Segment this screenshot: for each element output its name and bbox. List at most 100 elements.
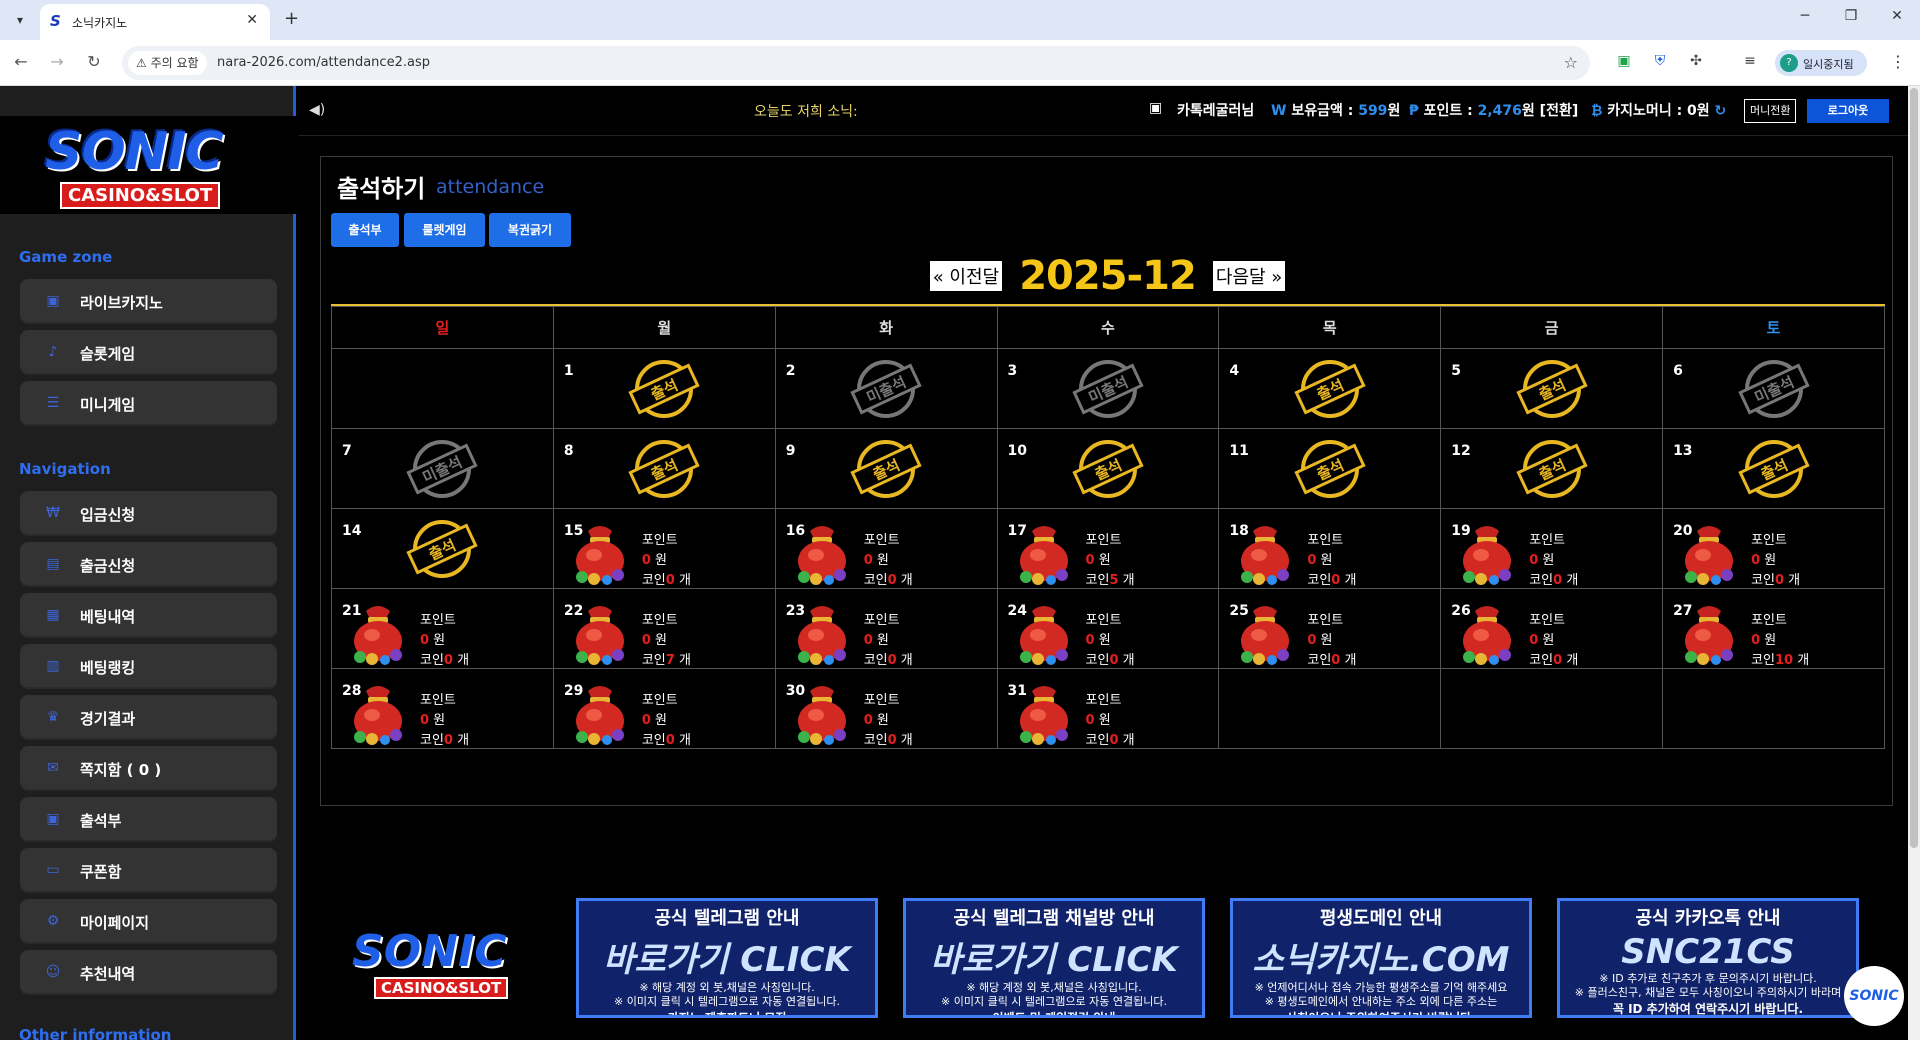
sidebar-item-label: 마이페이지 <box>80 914 150 932</box>
prev-month-button[interactable]: « 이전달 <box>929 261 1003 291</box>
money-convert-button[interactable]: 머니전환 <box>1744 99 1797 123</box>
promo-banner[interactable]: 공식 카카오톡 안내 SNC21CS ※ ID 추가로 친구추가 후 문의주시기 바… <box>1557 898 1859 1018</box>
page-title: 출석하기 <box>337 175 426 203</box>
tab-lottery[interactable]: 복권긁기 <box>489 213 571 247</box>
next-month-button[interactable]: 다음달 » <box>1212 261 1286 291</box>
sidebar-item-mypage[interactable]: ⚙ 마이페이지 <box>20 899 277 944</box>
calendar-week: 1 출석 2 미출석 3 미출석 4 출석 5 출석 6 미출석 <box>331 348 1885 429</box>
promo-banner[interactable]: 공식 텔레그램 채널방 안내 바로가기 CLICK ※ 해당 계정 외 봇,채널은 … <box>903 898 1205 1018</box>
bookmark-star-icon[interactable]: ☆ <box>1564 53 1578 72</box>
tab-roulette[interactable]: 룰렛게임 <box>404 213 485 247</box>
sidebar-item-messages[interactable]: ✉ 쪽지함 ( 0 ) <box>20 746 277 791</box>
sidebar-item-withdraw[interactable]: ▤ 출금신청 <box>20 542 277 587</box>
minimize-icon[interactable]: ─ <box>1790 8 1820 24</box>
floating-logo-button[interactable]: SONIC <box>1844 966 1904 1026</box>
security-warning[interactable]: ⚠ 주의 요함 <box>128 51 207 75</box>
sidebar-item-slot[interactable]: ♪ 슬롯게임 <box>20 330 277 375</box>
sidebar-item-results[interactable]: ♛ 경기결과 <box>20 695 277 740</box>
calendar-day: 16 포인트 0 원 코인0 개 <box>774 508 998 589</box>
sidebar-item-deposit[interactable]: ₩ 입금신청 <box>20 491 277 536</box>
site-logo[interactable]: SONIC CASINO&SLOT <box>0 116 296 214</box>
calendar-day: 27 포인트 0 원 코인10 개 <box>1662 588 1885 669</box>
won-unit: 원 <box>1094 713 1111 728</box>
reward-info: 포인트 0 원 코인0 개 <box>420 691 469 751</box>
sidebar-item-referrals[interactable]: ☺ 추천내역 <box>20 950 277 995</box>
receipt-icon: ▦ <box>46 607 60 623</box>
address-bar[interactable]: ⚠ 주의 요함 nara-2026.com/attendance2.asp ☆ <box>122 46 1590 80</box>
coin-unit: 개 <box>1340 573 1357 588</box>
sidebar-item-coupons[interactable]: ▭ 쿠폰함 <box>20 848 277 893</box>
refresh-icon[interactable]: ↻ <box>1715 103 1727 119</box>
won-icon: W <box>1271 103 1287 119</box>
sidebar-item-label: 베팅랭킹 <box>80 659 136 677</box>
point-label: 포인트 <box>1085 613 1122 628</box>
day-number: 9 <box>785 443 796 459</box>
trophy-icon: ♛ <box>46 709 60 725</box>
attended-stamp-icon: 출석 <box>1515 360 1588 418</box>
point-value: 0 <box>1085 713 1095 728</box>
new-tab-icon[interactable]: + <box>284 8 299 29</box>
browser-tab[interactable]: S 소닉카지노 ✕ <box>40 4 270 40</box>
coin-unit: 개 <box>896 733 913 748</box>
back-icon[interactable]: ← <box>10 52 32 71</box>
coin-unit: 개 <box>1793 653 1810 668</box>
logout-button[interactable]: 로그아웃 <box>1807 99 1889 123</box>
point-value: 0 <box>863 553 873 568</box>
won-unit: 원 <box>650 633 667 648</box>
sidebar-item-mini-game[interactable]: ☰ 미니게임 <box>20 381 277 426</box>
sidebar-item-bet-ranking[interactable]: ▥ 베팅랭킹 <box>20 644 277 689</box>
sidebar-item-live-casino[interactable]: ▣ 라이브카지노 <box>20 279 277 324</box>
sidebar-item-bet-history[interactable]: ▦ 베팅내역 <box>20 593 277 638</box>
point-label: 포인트 <box>641 693 678 708</box>
points[interactable]: ₱ 포인트 : 2,476원 [전환] <box>1409 100 1578 120</box>
scrollbar[interactable] <box>1908 86 1920 1040</box>
day-number: 11 <box>1229 443 1249 459</box>
footer-logo[interactable]: SONIC CASINO&SLOT <box>352 926 509 999</box>
won-unit: 원 <box>650 553 667 568</box>
calendar-day: 25 포인트 0 원 코인0 개 <box>1218 588 1442 669</box>
point-label: 포인트 <box>863 693 900 708</box>
restore-icon[interactable]: ❐ <box>1836 8 1866 24</box>
banner-note: ※ 플러스친구, 채널은 모두 사칭이오니 주의하시기 바라며 <box>1574 986 1842 999</box>
close-window-icon[interactable]: ✕ <box>1882 8 1912 24</box>
banner-note: ※ ID 추가로 친구추가 후 문의주시기 바랍니다. <box>1599 972 1817 985</box>
shield-extension-icon[interactable]: ⛨ <box>1650 53 1670 69</box>
username: 카톡레굴러님 <box>1177 103 1255 119</box>
banner-title: 공식 카카오톡 안내 <box>1635 908 1781 929</box>
point-label: 포인트 <box>641 533 678 548</box>
browser-menu-icon[interactable]: ⋮ <box>1890 52 1906 71</box>
absent-stamp-icon: 미출석 <box>1072 360 1144 418</box>
media-control-icon[interactable]: ≡ <box>1740 53 1760 69</box>
calendar-day: 31 포인트 0 원 코인0 개 <box>996 668 1220 749</box>
lucky-bag-icon <box>1241 526 1290 585</box>
tab-attendance[interactable]: 출석부 <box>331 213 399 247</box>
promo-banner[interactable]: 평생도메인 안내 소닉카지노.COM ※ 언제어디서나 접속 가능한 평생주소를 기… <box>1230 898 1532 1018</box>
sidebar-item-label: 출금신청 <box>80 557 136 575</box>
lucky-bag-icon <box>575 606 624 665</box>
url-text[interactable]: nara-2026.com/attendance2.asp <box>217 55 430 70</box>
close-tab-icon[interactable]: ✕ <box>246 12 258 28</box>
puzzle-icon[interactable]: ✣ <box>1686 53 1706 69</box>
reward-info: 포인트 0 원 코인0 개 <box>642 691 691 751</box>
reload-icon[interactable]: ↻ <box>83 52 105 71</box>
coin-value: 5 <box>1109 573 1119 588</box>
coin-value: 0 <box>1553 653 1563 668</box>
day-number: 2 <box>785 363 796 379</box>
forward-icon[interactable]: → <box>46 52 68 71</box>
point-label: 포인트 <box>420 693 456 708</box>
coin-label: 코인 <box>1085 733 1110 748</box>
tab-search-icon[interactable]: ▾ <box>10 10 30 30</box>
profile-button[interactable]: ? 일시중지됨 <box>1775 50 1867 76</box>
sidebar-item-attendance[interactable]: ▣ 출석부 <box>20 797 277 842</box>
promo-banner[interactable]: 공식 텔레그램 안내 바로가기 CLICK ※ 해당 계정 외 봇,채널은 사칭입니… <box>576 898 878 1018</box>
calendar-week: 7 미출석 8 출석 9 출석 10 출석 11 출석 12 출석 13 출석 <box>331 428 1885 509</box>
sidebar-item-label: 출석부 <box>80 812 122 830</box>
absent-stamp-icon: 미출석 <box>406 440 479 498</box>
point-label: 포인트 <box>1085 693 1122 708</box>
user-avatar-icon: ▣ <box>1149 100 1163 116</box>
calendar-empty-cell <box>1218 668 1442 749</box>
extension-icon[interactable]: ▣ <box>1614 53 1634 69</box>
weekday-header: 금 <box>1440 306 1664 349</box>
calendar-day: 22 포인트 0 원 코인7 개 <box>552 588 776 669</box>
scrollbar-thumb[interactable] <box>1910 88 1918 848</box>
